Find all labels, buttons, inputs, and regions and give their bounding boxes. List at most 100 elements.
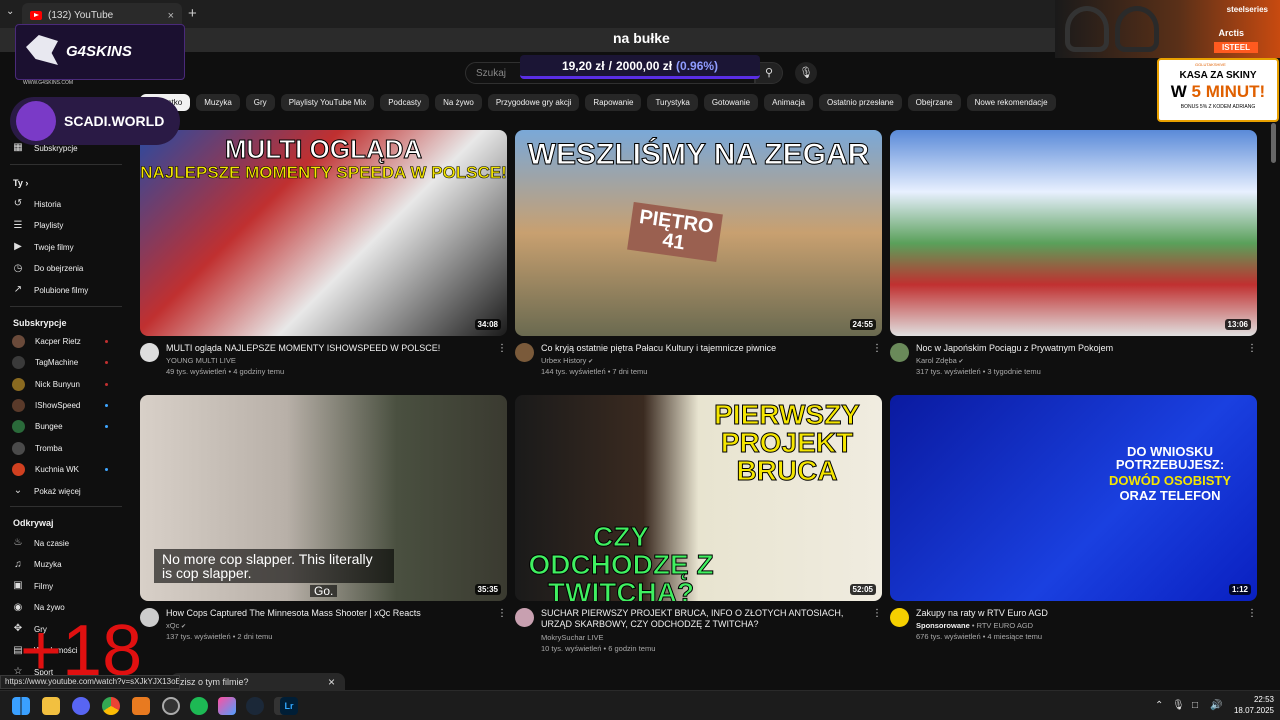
video-channel[interactable]: Urbex History ✔ — [541, 356, 593, 365]
verified-icon: ✔ — [956, 359, 964, 365]
sidebar-item-label: Kacper Rietz — [35, 337, 81, 346]
video-thumbnail[interactable]: No more cop slapper. This literally is c… — [140, 395, 507, 601]
windows-start-icon[interactable] — [12, 697, 30, 715]
channel-avatar[interactable] — [890, 343, 909, 362]
sidebar-subscription[interactable]: Nick Bunyun — [12, 377, 122, 391]
more-options-icon[interactable]: ⋮ — [872, 608, 882, 619]
sidebar-item-discover-0[interactable]: ♨ Na czasie — [12, 537, 122, 549]
sidebar-subscription[interactable]: Tromba — [12, 441, 122, 455]
video-title[interactable]: Zakupy na raty w RTV Euro AGD — [916, 608, 1246, 619]
chrome-icon[interactable] — [102, 697, 120, 715]
sidebar-subscription[interactable]: Bungee — [12, 420, 122, 434]
more-options-icon[interactable]: ⋮ — [497, 608, 507, 619]
sidebar-subscription[interactable]: Kuchnia WK — [12, 462, 122, 476]
video-channel[interactable]: Sponsorowane • RTV EURO AGD — [916, 621, 1033, 630]
sidebar-item-discover-2[interactable]: ▣ Filmy — [12, 580, 122, 592]
chip-12[interactable]: Obejrzane — [907, 94, 961, 111]
video-channel[interactable]: YOUNG MULTI LIVE — [166, 356, 236, 365]
volume-icon[interactable]: 🔊 — [1210, 700, 1222, 711]
tab-search-icon[interactable]: ⌄ — [6, 6, 14, 17]
video-thumbnail[interactable]: PIERWSZY PROJEKT BRUCA CZY ODCHODZĘ Z TWI… — [515, 395, 882, 601]
thumbnail-text: PIĘTRO 41 — [627, 201, 723, 263]
video-thumbnail[interactable]: DO WNIOSKU POTRZEBUJESZ: DOWÓD OSOBISTY OR… — [890, 395, 1257, 601]
video-thumbnail[interactable]: WESZLIŚMY NA ZEGAR PIĘTRO 41 24:55 — [515, 130, 882, 336]
chip-3[interactable]: Playlisty YouTube Mix — [280, 94, 375, 111]
clock-date: 18.07.2025 — [1233, 706, 1274, 715]
microphone-icon[interactable]: 🎙 — [795, 62, 817, 84]
steam-icon[interactable] — [246, 697, 264, 715]
file-explorer-icon[interactable] — [42, 697, 60, 715]
survey-popup: zisz o tym filmie? × — [170, 673, 345, 691]
scadi-label: SCADI.WORLD — [64, 113, 165, 129]
tab-title: (132) YouTube — [48, 10, 114, 21]
chip-2[interactable]: Gry — [245, 94, 275, 111]
chip-10[interactable]: Animacja — [764, 94, 813, 111]
chip-5[interactable]: Na żywo — [435, 94, 482, 111]
video-channel[interactable]: MokrySuchar LIVE — [541, 633, 604, 642]
app-icon[interactable] — [132, 697, 150, 715]
tab-close-icon[interactable]: × — [168, 10, 174, 22]
chip-11[interactable]: Ostatnio przesłane — [818, 94, 902, 111]
channel-avatar[interactable] — [140, 343, 159, 362]
chip-7[interactable]: Rapowanie — [585, 94, 642, 111]
page-scrollbar[interactable] — [1271, 123, 1276, 163]
video-title[interactable]: Noc w Japońskim Pociągu z Prywatnym Poko… — [916, 343, 1246, 354]
video-title[interactable]: Co kryją ostatnie piętra Pałacu Kultury … — [541, 343, 871, 354]
video-channel[interactable]: Karol Zdęba ✔ — [916, 356, 964, 365]
video-title[interactable]: MULTI ogląda NAJLEPSZE MOMENTY ISHOWSPEE… — [166, 343, 496, 354]
sidebar-subscriptions-heading: Subskrypcje — [13, 318, 67, 328]
sidebar-item-you_items-4[interactable]: ↗ Polubione filmy — [12, 284, 122, 296]
taskbar-clock[interactable]: 22:53 18.07.2025 — [1226, 694, 1274, 716]
chip-13[interactable]: Nowe rekomendacje — [966, 94, 1056, 111]
more-options-icon[interactable]: ⋮ — [1247, 343, 1257, 354]
video-card[interactable]: DO WNIOSKU POTRZEBUJESZ: DOWÓD OSOBISTY OR… — [890, 395, 1257, 658]
chip-8[interactable]: Turystyka — [647, 94, 698, 111]
lightroom-icon[interactable]: Lr — [280, 697, 298, 715]
sidebar-show-more[interactable]: ⌄ Pokaż więcej — [12, 485, 122, 497]
chip-6[interactable]: Przygodowe gry akcji — [487, 94, 580, 111]
close-icon[interactable]: × — [328, 675, 335, 689]
chip-9[interactable]: Gotowanie — [703, 94, 759, 111]
chevron-up-icon[interactable]: ⌃ — [1155, 700, 1163, 711]
sidebar-subscription[interactable]: TagMachine — [12, 356, 122, 370]
display-icon[interactable]: □ — [1192, 700, 1198, 711]
sidebar-item-you_items-3[interactable]: ◷ Do obejrzenia — [12, 263, 122, 275]
more-options-icon[interactable]: ⋮ — [1247, 608, 1257, 619]
sidebar-you-heading[interactable]: Ty › — [13, 178, 28, 188]
channel-avatar[interactable] — [890, 608, 909, 627]
sidebar-item-you_items-2[interactable]: ▶ Twoje filmy — [12, 241, 122, 253]
discord-icon[interactable] — [72, 697, 90, 715]
channel-avatar[interactable] — [515, 608, 534, 627]
channel-avatar[interactable] — [140, 608, 159, 627]
app-icon[interactable] — [218, 697, 236, 715]
sidebar-subscription[interactable]: Kacper Rietz — [12, 335, 122, 348]
microphone-icon[interactable]: 🎙 — [1172, 700, 1185, 711]
video-title[interactable]: SUCHAR PIERWSZY PROJEKT BRUCA, INFO O ZŁ… — [541, 608, 871, 630]
more-options-icon[interactable]: ⋮ — [872, 343, 882, 354]
video-title[interactable]: How Cops Captured The Minnesota Mass Sho… — [166, 608, 496, 619]
video-card[interactable]: No more cop slapper. This literally is c… — [140, 395, 507, 658]
upload-age: 7 dni temu — [612, 367, 648, 376]
more-options-icon[interactable]: ⋮ — [497, 343, 507, 354]
video-channel[interactable]: xQc ✔ — [166, 621, 186, 630]
sidebar-item-label: Pokaż więcej — [34, 486, 81, 496]
video-card[interactable]: 13:06 Noc w Japońskim Pociągu z Prywatnym… — [890, 130, 1257, 393]
upload-age: 2 dni temu — [237, 632, 273, 641]
video-card[interactable]: PIERWSZY PROJEKT BRUCA CZY ODCHODZĘ Z TWI… — [515, 395, 882, 658]
video-card[interactable]: WESZLIŚMY NA ZEGAR PIĘTRO 41 24:55 Co kryją… — [515, 130, 882, 393]
chip-4[interactable]: Podcasty — [380, 94, 430, 111]
sidebar-item-discover-1[interactable]: ♫ Muzyka — [12, 559, 122, 571]
obs-icon[interactable] — [162, 697, 180, 715]
new-tab-icon[interactable]: + — [188, 5, 197, 22]
chip-1[interactable]: Muzyka — [196, 94, 240, 111]
sidebar-item-you_items-0[interactable]: ↺ Historia — [12, 198, 122, 210]
video-thumbnail[interactable]: 13:06 — [890, 130, 1257, 336]
donation-goal: 2000,00 zł — [615, 58, 673, 73]
spotify-icon[interactable] — [190, 697, 208, 715]
video-thumbnail[interactable]: MULTI OGLĄDA NAJLEPSZE MOMENTY SPEEDA W P… — [140, 130, 507, 336]
subscriptions-icon: ▦ — [13, 142, 23, 153]
sidebar-item-you_items-1[interactable]: ☰ Playlisty — [12, 220, 122, 232]
video-card[interactable]: MULTI OGLĄDA NAJLEPSZE MOMENTY SPEEDA W P… — [140, 130, 507, 393]
sidebar-subscription[interactable]: IShowSpeed — [12, 398, 122, 412]
channel-avatar[interactable] — [515, 343, 534, 362]
